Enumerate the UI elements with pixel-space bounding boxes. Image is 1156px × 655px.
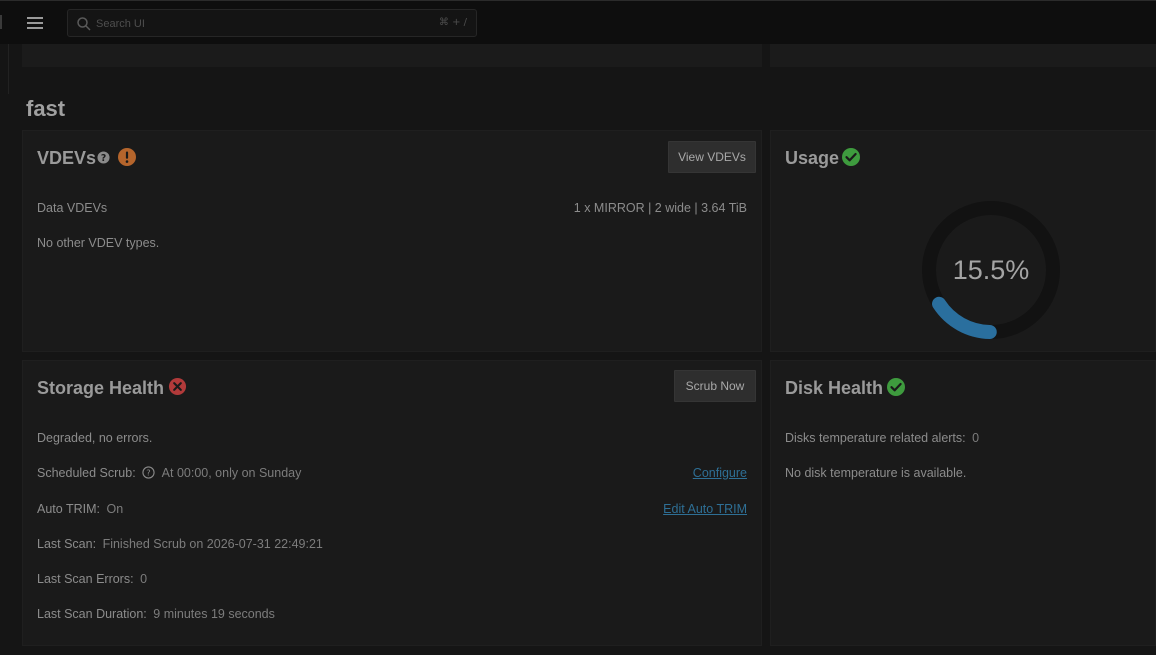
storage-health-title: Storage Health — [37, 378, 165, 398]
scheduled-scrub-value: At 00:00, only on Sunday — [161, 466, 302, 480]
usage-gauge-fill — [932, 296, 997, 339]
usage-title: Usage — [785, 148, 840, 168]
scheduled-scrub-label: Scheduled Scrub: — [37, 466, 136, 480]
usage-gauge: 15.5% — [922, 201, 1060, 339]
data-vdevs-value: 1 x MIRROR | 2 wide | 3.64 TiB — [573, 201, 747, 215]
hamburger-icon-line — [27, 22, 43, 24]
last-scan-row: Last Scan: Finished Scrub on 2026-07-31 … — [37, 537, 323, 551]
hamburger-icon-line — [27, 17, 43, 19]
vdevs-title: VDEVs — [37, 148, 97, 168]
view-vdevs-button[interactable]: View VDEVs — [668, 141, 756, 173]
help-icon[interactable]: ? — [97, 151, 110, 164]
warning-icon — [118, 148, 136, 166]
menu-toggle-button[interactable] — [24, 13, 48, 33]
temp-note: No disk temperature is available. — [785, 466, 967, 480]
health-status-text: Degraded, no errors. — [37, 431, 153, 445]
scrub-now-button[interactable]: Scrub Now — [674, 370, 756, 402]
edit-auto-trim-link[interactable]: Edit Auto TRIM — [663, 502, 747, 516]
sidebar-edge — [0, 15, 2, 29]
search-input[interactable] — [96, 14, 396, 34]
check-circle-icon — [887, 378, 905, 396]
auto-trim-row: Auto TRIM: On — [37, 502, 123, 516]
pool-title: fast — [26, 96, 66, 121]
svg-text:?: ? — [146, 468, 150, 478]
last-scan-errors-label: Last Scan Errors: — [37, 572, 134, 586]
search-box[interactable]: ⌘ + / — [67, 9, 477, 37]
search-icon — [77, 17, 91, 31]
svg-text:?: ? — [101, 153, 106, 164]
help-icon[interactable]: ? — [142, 466, 155, 479]
configure-link[interactable]: Configure — [693, 466, 747, 480]
scheduled-scrub-row: Scheduled Scrub: ? At 00:00, only on Sun… — [37, 466, 301, 480]
usage-card: Usage 15.5% — [770, 130, 1156, 352]
usage-percent: 15.5% — [953, 255, 1030, 285]
data-vdevs-label: Data VDEVs — [37, 201, 108, 215]
auto-trim-label: Auto TRIM: — [37, 502, 100, 516]
disk-health-card: Disk Health Disks temperature related al… — [770, 360, 1156, 646]
divider — [8, 44, 9, 94]
temp-alerts-row: Disks temperature related alerts: 0 — [785, 431, 979, 445]
other-vdevs-note: No other VDEV types. — [37, 236, 160, 250]
disk-health-title: Disk Health — [785, 378, 884, 398]
last-scan-duration-label: Last Scan Duration: — [37, 607, 147, 621]
last-scan-errors-value: 0 — [140, 572, 148, 586]
last-scan-value: Finished Scrub on 2026-07-31 22:49:21 — [102, 537, 323, 551]
top-bar: ⌘ + / — [0, 0, 1156, 44]
last-scan-label: Last Scan: — [37, 537, 97, 551]
temp-alerts-value: 0 — [972, 431, 980, 445]
vdevs-card: VDEVs ? View VDEVs Data VDEVs 1 x MIRROR… — [22, 130, 762, 352]
app-root: ⌘ + / fast VDEVs ? View VDEVs Data VDEVs… — [0, 0, 1156, 655]
check-circle-icon — [842, 148, 860, 166]
temp-alerts-label: Disks temperature related alerts: — [785, 431, 966, 445]
last-scan-duration-row: Last Scan Duration: 9 minutes 19 seconds — [37, 607, 275, 621]
last-scan-errors-row: Last Scan Errors: 0 — [37, 572, 147, 586]
previous-card-right — [770, 44, 1156, 67]
last-scan-duration-value: 9 minutes 19 seconds — [153, 607, 275, 621]
previous-card-left — [22, 44, 762, 67]
storage-health-card: Storage Health Scrub Now Degraded, no er… — [22, 360, 762, 646]
search-shortcut: ⌘ + / — [438, 17, 467, 28]
hamburger-icon-line — [27, 27, 43, 29]
auto-trim-value: On — [106, 502, 124, 516]
x-circle-icon — [168, 377, 187, 396]
